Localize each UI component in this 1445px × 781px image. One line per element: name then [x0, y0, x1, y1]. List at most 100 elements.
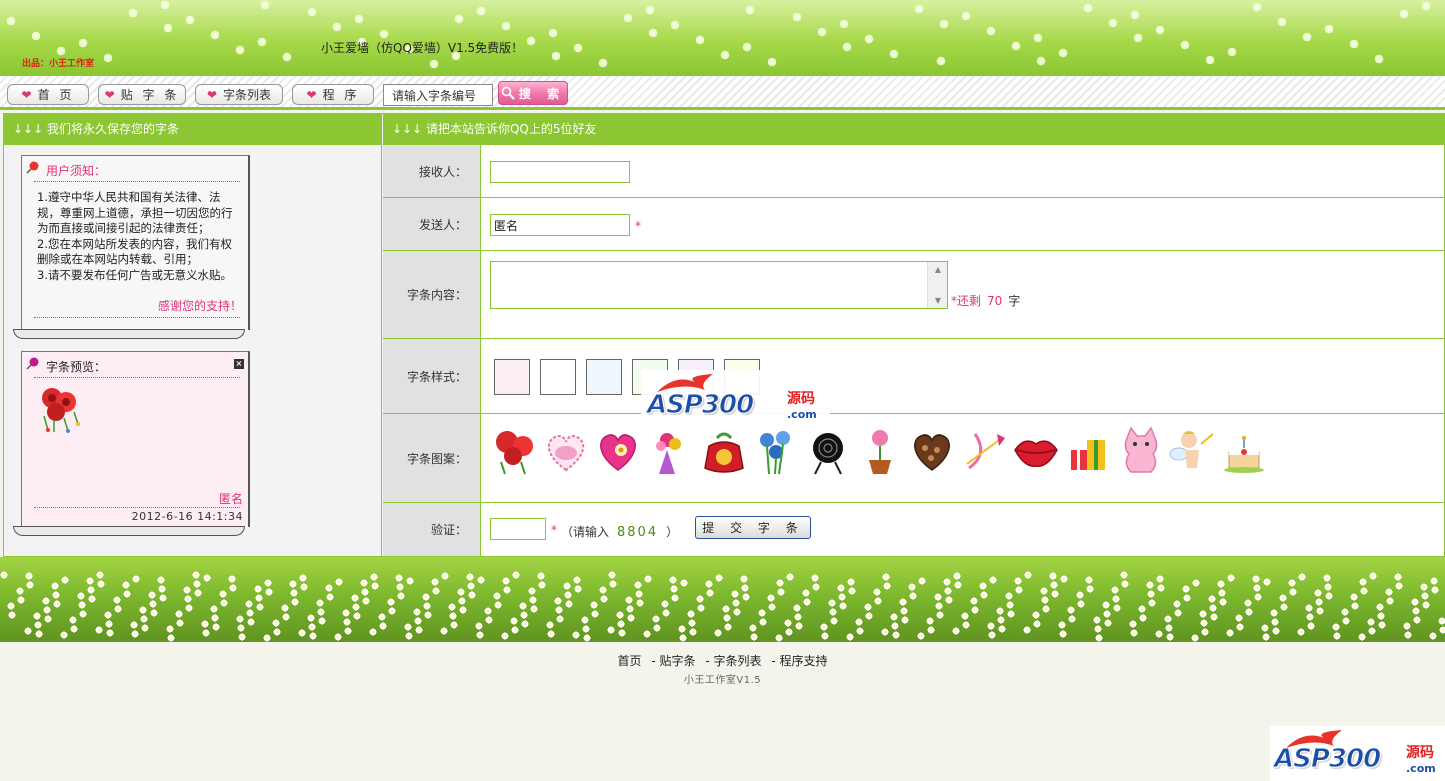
decor-flower: [607, 626, 615, 634]
decor-flower: [1121, 580, 1129, 588]
right-column: ↓↓↓ 请把本站告诉你QQ上的5位好友 接收人： 发送人： * 字条内容： ▲: [383, 114, 1444, 556]
decor-flower: [1051, 590, 1059, 598]
cupid-bow-heart-icon[interactable]: [959, 424, 1009, 478]
decor-flower: [705, 580, 713, 588]
search-button[interactable]: 搜 索: [498, 81, 568, 105]
decor-flower: [139, 606, 147, 614]
red-lips-icon[interactable]: [1011, 424, 1061, 478]
decor-flower: [1403, 622, 1411, 630]
left-column-header: ↓↓↓ 我们将永久保存您的字条: [4, 114, 382, 145]
decor-flower: [185, 15, 195, 25]
nav-post-button[interactable]: ❤ 贴 字 条: [98, 84, 186, 105]
style-swatch[interactable]: [540, 359, 576, 395]
decor-flower: [263, 634, 271, 642]
decor-flower: [220, 599, 228, 607]
fortune-bag-icon[interactable]: [699, 424, 749, 478]
logo-subtitle: 出品：小王工作室: [22, 59, 95, 69]
submit-button[interactable]: 提 交 字 条: [695, 516, 811, 539]
footer-link-home[interactable]: 首页: [618, 654, 642, 668]
nav-program-button[interactable]: ❤ 程 序: [292, 84, 374, 105]
decor-flower: [477, 576, 485, 584]
left-column: ↓↓↓ 我们将永久保存您的字条 用户须知： 1.遵守中华人民共和国有关法律、法规…: [4, 114, 382, 556]
decor-flower: [689, 628, 697, 636]
cupid-angel-icon[interactable]: [1167, 424, 1217, 478]
decor-flower: [148, 591, 156, 599]
decor-flower: [61, 576, 69, 584]
decor-flower: [1245, 608, 1253, 616]
decor-flower: [1307, 622, 1315, 630]
decor-flower: [1014, 577, 1022, 585]
content-textarea[interactable]: [490, 261, 948, 309]
decor-flower: [78, 601, 86, 609]
black-rose-icon[interactable]: [803, 424, 853, 478]
decor-flower: [476, 6, 486, 16]
decor-flower: [353, 612, 361, 620]
pushpin-icon: [26, 357, 39, 370]
decor-flower: [210, 30, 220, 40]
decor-flower: [954, 581, 962, 589]
decor-flower: [1385, 588, 1393, 596]
birthday-cake-icon[interactable]: [1219, 424, 1269, 478]
decor-flower: [246, 609, 254, 617]
decor-flower: [1166, 633, 1174, 641]
decor-flower: [1368, 627, 1376, 635]
nav-bar: ❤ 首 页 ❤ 贴 字 条 ❤ 字条列表 ❤ 程 序 搜 索: [0, 74, 1445, 110]
decor-flower: [96, 571, 104, 579]
nav-list-button[interactable]: ❤ 字条列表: [195, 84, 283, 105]
decor-flower: [1421, 1, 1431, 11]
footer-link-list[interactable]: - 字条列表: [705, 654, 761, 668]
decor-flower: [238, 633, 246, 641]
gift-boxes-icon[interactable]: [1063, 424, 1113, 478]
decor-flower: [812, 583, 820, 591]
decor-flower: [307, 7, 317, 17]
pink-cat-icon[interactable]: [1115, 424, 1165, 478]
decor-flower: [387, 598, 395, 606]
decor-flower: [441, 572, 449, 580]
decor-flower: [688, 619, 696, 627]
receiver-input[interactable]: [490, 161, 630, 183]
decor-flower: [802, 589, 810, 597]
site-logo[interactable]: 小王爱墙 出品：小王工作室: [8, 10, 150, 72]
decor-flower: [105, 620, 113, 628]
decor-flower: [936, 56, 946, 66]
decor-flower: [318, 617, 326, 625]
decor-flower: [272, 619, 280, 627]
pushpin-icon: [26, 161, 39, 174]
decor-flower: [591, 610, 599, 618]
decor-flower: [722, 605, 730, 613]
scroll-up-icon[interactable]: ▲: [928, 262, 948, 277]
decor-flower: [326, 593, 334, 601]
sender-input[interactable]: [490, 214, 630, 236]
search-input[interactable]: [383, 84, 493, 106]
blue-roses-icon[interactable]: [751, 424, 801, 478]
decor-flower: [731, 590, 739, 598]
footer-link-support[interactable]: - 程序支持: [771, 654, 827, 668]
watermark-com: .com: [787, 408, 817, 421]
decor-flower: [661, 600, 669, 608]
decor-flower: [1058, 48, 1068, 58]
flower-bouquet-icon[interactable]: [645, 424, 695, 478]
decor-flower: [192, 571, 200, 579]
decor-flower: [1103, 610, 1111, 618]
scroll-down-icon[interactable]: ▼: [928, 293, 948, 308]
decor-flower: [1374, 54, 1384, 64]
captcha-input[interactable]: [490, 518, 546, 540]
decor-flower: [210, 605, 218, 613]
chocolate-box-icon[interactable]: [907, 424, 957, 478]
decor-flower: [1395, 582, 1403, 590]
footer-link-post[interactable]: - 贴字条: [651, 654, 695, 668]
heart-flower-icon[interactable]: [593, 424, 643, 478]
style-swatch[interactable]: [586, 359, 622, 395]
decor-flower: [1086, 585, 1094, 593]
love-heart-ring-icon[interactable]: [541, 424, 591, 478]
textarea-scrollbar[interactable]: ▲ ▼: [927, 262, 947, 308]
potted-flower-icon[interactable]: [855, 424, 905, 478]
decor-flower: [1420, 583, 1428, 591]
decor-flower: [211, 614, 219, 622]
rose-bouquet-icon[interactable]: [491, 424, 541, 478]
decor-flower: [459, 606, 467, 614]
style-swatch[interactable]: [494, 359, 530, 395]
nav-list-label: 字条列表: [223, 88, 272, 102]
close-icon[interactable]: ×: [234, 359, 244, 369]
nav-home-button[interactable]: ❤ 首 页: [7, 84, 89, 105]
